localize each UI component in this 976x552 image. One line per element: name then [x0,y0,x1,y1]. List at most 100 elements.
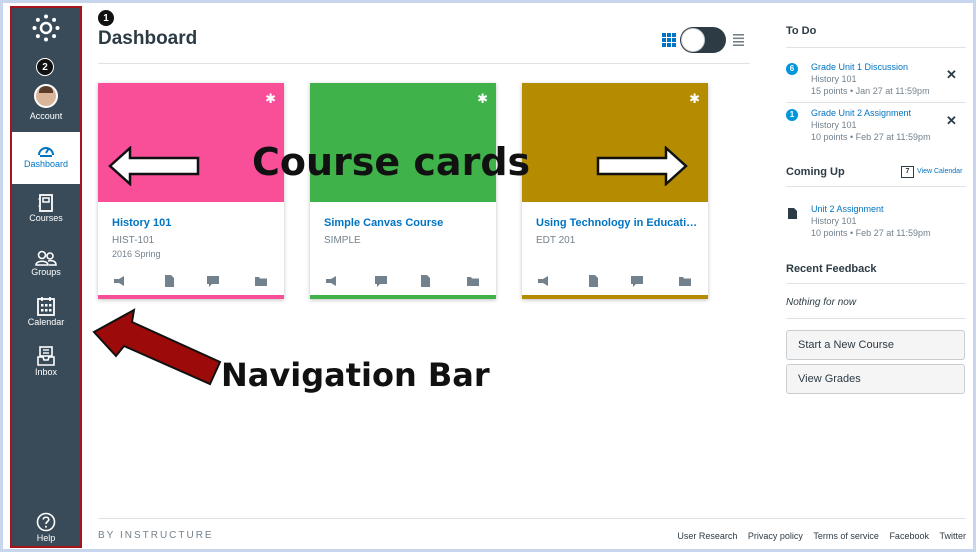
nav-item-label: Account [29,111,63,121]
nav-item-label: Calendar [27,317,65,327]
course-card[interactable]: ✱ Using Technology in Education EDT 201 [522,83,708,299]
coming-up-meta: 10 points • Feb 27 at 11:59pm [811,228,931,238]
nav-item-inbox[interactable]: Inbox [12,346,80,390]
inbox-tray-icon [37,346,55,366]
gear-icon[interactable]: ✱ [689,91,700,107]
view-toggle-switch[interactable] [680,27,726,53]
nav-item-account[interactable]: Account [12,84,80,130]
course-name-link[interactable]: Simple Canvas Course [324,217,486,229]
nav-item-calendar[interactable]: Calendar [12,296,80,340]
todo-course: History 101 [811,74,857,84]
instructure-brand[interactable]: BY INSTRUCTURE [98,530,214,541]
close-icon[interactable]: ✕ [946,113,957,129]
assignment-icon [788,208,797,219]
dashboard-view-toggle[interactable] [662,27,746,53]
course-card[interactable]: ✱ Simple Canvas Course SIMPLE [310,83,496,299]
footer-divider [98,518,966,519]
footer-link[interactable]: Privacy policy [748,531,803,541]
nav-item-groups[interactable]: Groups [12,250,80,294]
course-color-bar [310,295,496,299]
todo-count-badge: 1 [786,109,798,121]
recent-feedback-heading: Recent Feedback [786,263,877,275]
course-card-actions [310,274,496,288]
todo-title-link[interactable]: Grade Unit 1 Discussion [811,62,908,72]
coming-up-heading: Coming Up [786,166,845,178]
nav-item-dashboard[interactable]: Dashboard [12,132,80,184]
discussions-icon[interactable] [630,274,644,288]
course-card-actions [522,274,708,288]
todo-item[interactable]: 1 Grade Unit 2 Assignment History 101 10… [786,108,966,148]
course-term: 2016 Spring [112,249,161,259]
course-color-bar [98,295,284,299]
view-grades-button[interactable]: View Grades [786,364,965,394]
global-navigation-bar: 2 Account Dashboard Courses Groups Calen… [10,6,82,548]
toggle-knob[interactable] [681,28,705,52]
nav-item-label: Dashboard [23,159,69,169]
files-folder-icon[interactable] [254,274,268,288]
footer-links: User Research Privacy policy Terms of se… [669,531,966,541]
footer-link[interactable]: Twitter [939,531,966,541]
canvas-logo-icon[interactable] [32,14,60,42]
course-card[interactable]: ✱ History 101 HIST-101 2016 Spring [98,83,284,299]
todo-divider [786,47,966,48]
page-title: Dashboard [98,28,198,49]
todo-divider [786,102,966,103]
files-folder-icon[interactable] [466,274,480,288]
list-view-icon[interactable] [733,34,744,46]
course-code: HIST-101 [112,235,155,246]
announcements-icon[interactable] [324,274,338,288]
view-calendar-link[interactable]: View Calendar [917,168,962,175]
gear-icon[interactable]: ✱ [477,91,488,107]
course-code: SIMPLE [324,235,361,246]
announcements-icon[interactable] [112,274,126,288]
calendar-icon[interactable]: 7 [901,166,914,178]
course-name-link[interactable]: History 101 [112,217,274,229]
help-question-icon [36,512,56,532]
nav-item-help[interactable]: Help [12,512,80,548]
todo-meta: 10 points • Feb 27 at 11:59pm [811,132,931,142]
todo-count-badge: 6 [786,63,798,75]
course-card-actions [98,274,284,288]
assignments-icon[interactable] [418,274,432,288]
nav-item-label: Groups [31,267,61,277]
course-code: EDT 201 [536,235,576,246]
files-folder-icon[interactable] [678,274,692,288]
todo-meta: 15 points • Jan 27 at 11:59pm [811,86,930,96]
nav-item-label: Inbox [34,367,58,377]
calendar-icon [37,297,55,316]
navigation-bar-annotation-label: Navigation Bar [221,356,490,394]
feedback-divider [786,283,966,284]
avatar [34,84,58,108]
dashboard-gauge-icon [38,147,54,157]
todo-item[interactable]: 6 Grade Unit 1 Discussion History 101 15… [786,62,966,102]
courses-book-icon [38,194,53,212]
todo-heading: To Do [786,25,817,37]
announcements-icon[interactable] [536,274,550,288]
left-arrow-annotation [108,146,200,186]
nav-item-label: Courses [29,213,63,223]
footer-link[interactable]: User Research [677,531,737,541]
card-view-grid-icon[interactable] [662,33,676,47]
step-badge-1: 1 [97,9,115,27]
step-badge-2: 2 [36,58,54,76]
course-name-link[interactable]: Using Technology in Education [536,217,698,229]
todo-title-link[interactable]: Grade Unit 2 Assignment [811,108,911,118]
assignments-icon[interactable] [586,274,600,288]
discussions-icon[interactable] [206,274,220,288]
coming-up-title-link[interactable]: Unit 2 Assignment [811,204,884,214]
nav-item-label: Help [36,533,56,543]
coming-up-item[interactable]: Unit 2 Assignment History 101 10 points … [786,204,966,244]
header-divider [98,63,750,64]
coming-up-divider [786,186,966,187]
gear-icon[interactable]: ✱ [265,91,276,107]
feedback-divider [786,318,966,319]
footer-link[interactable]: Terms of service [813,531,879,541]
course-cards-annotation-label: Course cards [252,140,531,184]
nav-item-courses[interactable]: Courses [12,194,80,238]
discussions-icon[interactable] [374,274,388,288]
course-color-bar [522,295,708,299]
start-new-course-button[interactable]: Start a New Course [786,330,965,360]
close-icon[interactable]: ✕ [946,67,957,83]
footer-link[interactable]: Facebook [889,531,929,541]
assignments-icon[interactable] [162,274,176,288]
